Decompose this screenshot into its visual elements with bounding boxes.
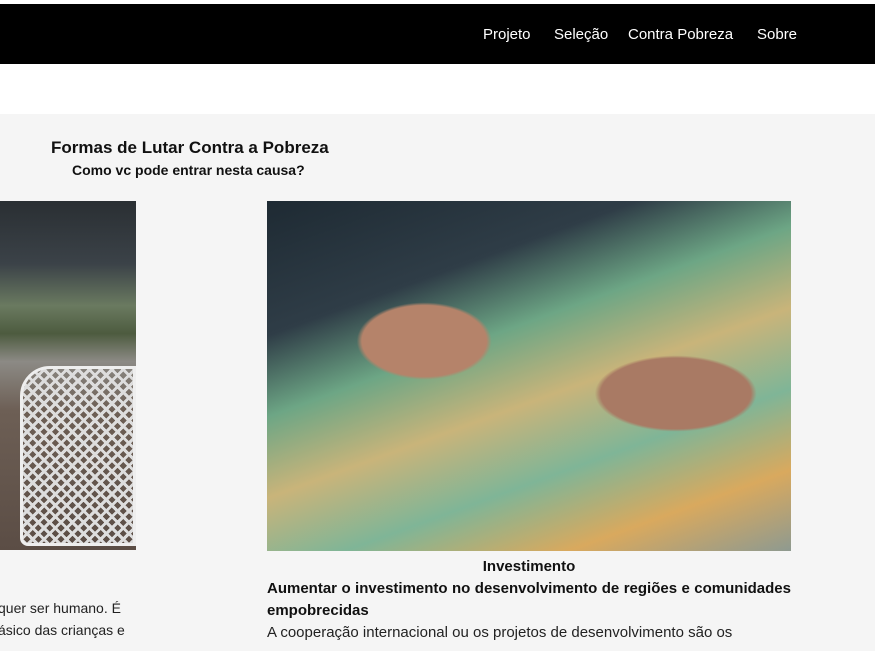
nav-projeto[interactable]: Projeto bbox=[483, 26, 531, 43]
left-card-image bbox=[0, 201, 136, 550]
card-body: A cooperação internacional ou os projeto… bbox=[267, 624, 733, 641]
nav-selecao[interactable]: Seleção bbox=[554, 26, 608, 43]
nav-contra-pobreza[interactable]: Contra Pobreza bbox=[628, 26, 733, 43]
card-heading: Aumentar o investimento no desenvolvimen… bbox=[267, 580, 791, 619]
navbar: Projeto Seleção Contra Pobreza Sobre bbox=[0, 4, 875, 64]
section-title: Formas de Lutar Contra a Pobreza bbox=[51, 138, 329, 157]
left-card-text-line: quer ser humano. É bbox=[0, 600, 121, 616]
right-card-image bbox=[267, 201, 791, 551]
main-section: Formas de Lutar Contra a Pobreza Como vc… bbox=[0, 114, 875, 651]
chair-shape bbox=[20, 366, 136, 546]
nav-sobre[interactable]: Sobre bbox=[757, 26, 797, 43]
card-caption: Investimento bbox=[482, 558, 576, 575]
left-card-text-line: ásico das crianças e bbox=[0, 622, 125, 638]
section-subtitle: Como vc pode entrar nesta causa? bbox=[72, 162, 305, 178]
